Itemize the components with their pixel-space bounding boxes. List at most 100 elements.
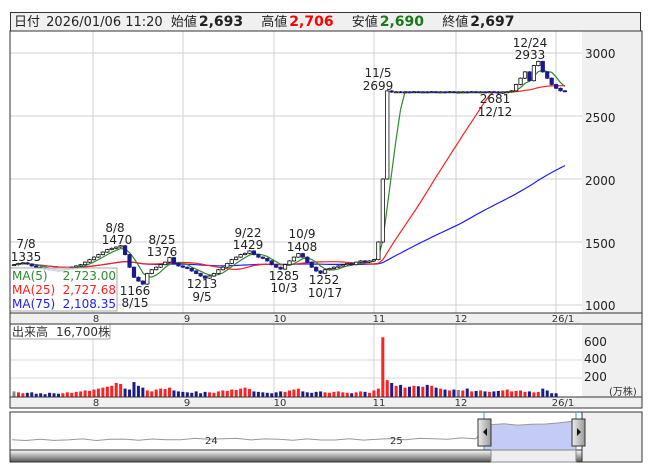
annotation-value: 1252 bbox=[309, 273, 340, 287]
volume-bar bbox=[163, 389, 167, 397]
month-tick: 10 bbox=[274, 314, 287, 325]
volume-bar bbox=[92, 389, 96, 397]
candle bbox=[371, 258, 377, 262]
volume-bar bbox=[221, 390, 225, 397]
volume-bar bbox=[230, 389, 234, 397]
volume-bar bbox=[447, 390, 451, 397]
navigator-right-handle[interactable] bbox=[571, 418, 586, 447]
volume-bar bbox=[399, 384, 403, 397]
candle bbox=[87, 258, 92, 263]
candle bbox=[260, 256, 265, 260]
volume-bar bbox=[501, 390, 505, 397]
volume-bar bbox=[79, 391, 83, 397]
navigator-left-handle[interactable] bbox=[477, 418, 492, 447]
ma75-label: MA(75) bbox=[12, 297, 55, 311]
month-tick: 26/1 bbox=[552, 398, 574, 409]
candle bbox=[136, 276, 141, 282]
annotation-date: 8/15 bbox=[122, 296, 149, 310]
volume-bar bbox=[203, 391, 207, 397]
candle bbox=[367, 260, 372, 263]
volume-bar bbox=[154, 389, 158, 397]
volume-bar bbox=[168, 387, 172, 397]
volume-bar bbox=[323, 392, 327, 397]
volume-bar bbox=[150, 391, 154, 397]
candle bbox=[549, 77, 554, 86]
volume-tick: 200 bbox=[584, 370, 607, 384]
annotation-value: 1335 bbox=[11, 250, 42, 264]
candle bbox=[287, 260, 292, 266]
candle bbox=[509, 90, 514, 93]
candle bbox=[82, 261, 88, 266]
volume-bar bbox=[532, 392, 536, 397]
volume-tick: 400 bbox=[584, 352, 607, 366]
volume-bar bbox=[172, 390, 176, 397]
price-tick: 2000 bbox=[585, 174, 616, 188]
ma5-value: 2,723.00 bbox=[63, 269, 116, 283]
volume-bar bbox=[305, 392, 309, 397]
candle bbox=[216, 268, 221, 275]
volume-bar bbox=[88, 390, 92, 397]
candle bbox=[349, 262, 354, 266]
volume-date-axis bbox=[9, 396, 643, 409]
volume-bar bbox=[96, 388, 100, 397]
price-axis-panel bbox=[582, 31, 642, 313]
volume-bar bbox=[101, 387, 105, 397]
volume-bar bbox=[212, 392, 216, 397]
volume-bar bbox=[141, 387, 145, 397]
volume-bar bbox=[474, 390, 478, 397]
volume-bar bbox=[350, 393, 354, 397]
month-tick: 8 bbox=[93, 314, 99, 325]
volume-bar bbox=[61, 393, 65, 397]
volume-bar bbox=[479, 390, 483, 397]
ma5-label: MA(5) bbox=[12, 269, 48, 283]
volume-bar bbox=[545, 390, 549, 397]
volume-bar bbox=[523, 391, 527, 397]
annotation-date: 10/17 bbox=[308, 286, 343, 300]
candle bbox=[545, 71, 550, 79]
volume-bar bbox=[105, 386, 109, 397]
annotation-value: 2699 bbox=[363, 79, 394, 93]
volume-bar bbox=[176, 391, 180, 397]
volume-bar bbox=[536, 391, 540, 397]
candle bbox=[554, 83, 559, 90]
candle bbox=[314, 266, 319, 272]
volume-bar bbox=[359, 391, 363, 397]
volume-bar bbox=[199, 393, 203, 397]
volume-bar bbox=[496, 390, 500, 397]
candle bbox=[180, 265, 185, 268]
candle bbox=[238, 253, 243, 258]
volume-bar bbox=[470, 391, 474, 397]
volume-bar bbox=[30, 392, 34, 397]
candle bbox=[100, 251, 105, 256]
price-tick: 1500 bbox=[585, 237, 616, 251]
volume-bar bbox=[407, 386, 411, 397]
volume-bar bbox=[327, 392, 331, 397]
candle bbox=[331, 266, 337, 270]
candle bbox=[336, 265, 341, 268]
candle bbox=[109, 247, 114, 251]
range-navigator[interactable]: 24 25 bbox=[9, 411, 643, 463]
volume-bar bbox=[372, 390, 376, 397]
candle bbox=[514, 83, 519, 92]
volume-bar bbox=[487, 391, 491, 397]
candle bbox=[305, 256, 310, 263]
candle bbox=[162, 261, 168, 266]
volume-bar bbox=[239, 388, 243, 397]
volume-bar bbox=[25, 392, 29, 397]
volume-bar bbox=[492, 391, 496, 397]
volume-bar bbox=[421, 386, 425, 397]
volume-bar bbox=[390, 383, 394, 397]
volume-bar bbox=[336, 391, 340, 397]
candle bbox=[176, 262, 181, 267]
volume-bar bbox=[119, 383, 123, 397]
volume-value: 16,700株 bbox=[56, 324, 110, 339]
candle bbox=[234, 256, 239, 261]
candle bbox=[220, 266, 225, 271]
volume-bar bbox=[265, 392, 269, 397]
price-tick: 2500 bbox=[585, 111, 616, 125]
volume-bar bbox=[194, 391, 198, 397]
volume-bar bbox=[21, 393, 25, 397]
navigator-scrollbar-thumb[interactable] bbox=[490, 449, 577, 463]
candle bbox=[242, 252, 248, 256]
volume-bar bbox=[234, 390, 238, 397]
